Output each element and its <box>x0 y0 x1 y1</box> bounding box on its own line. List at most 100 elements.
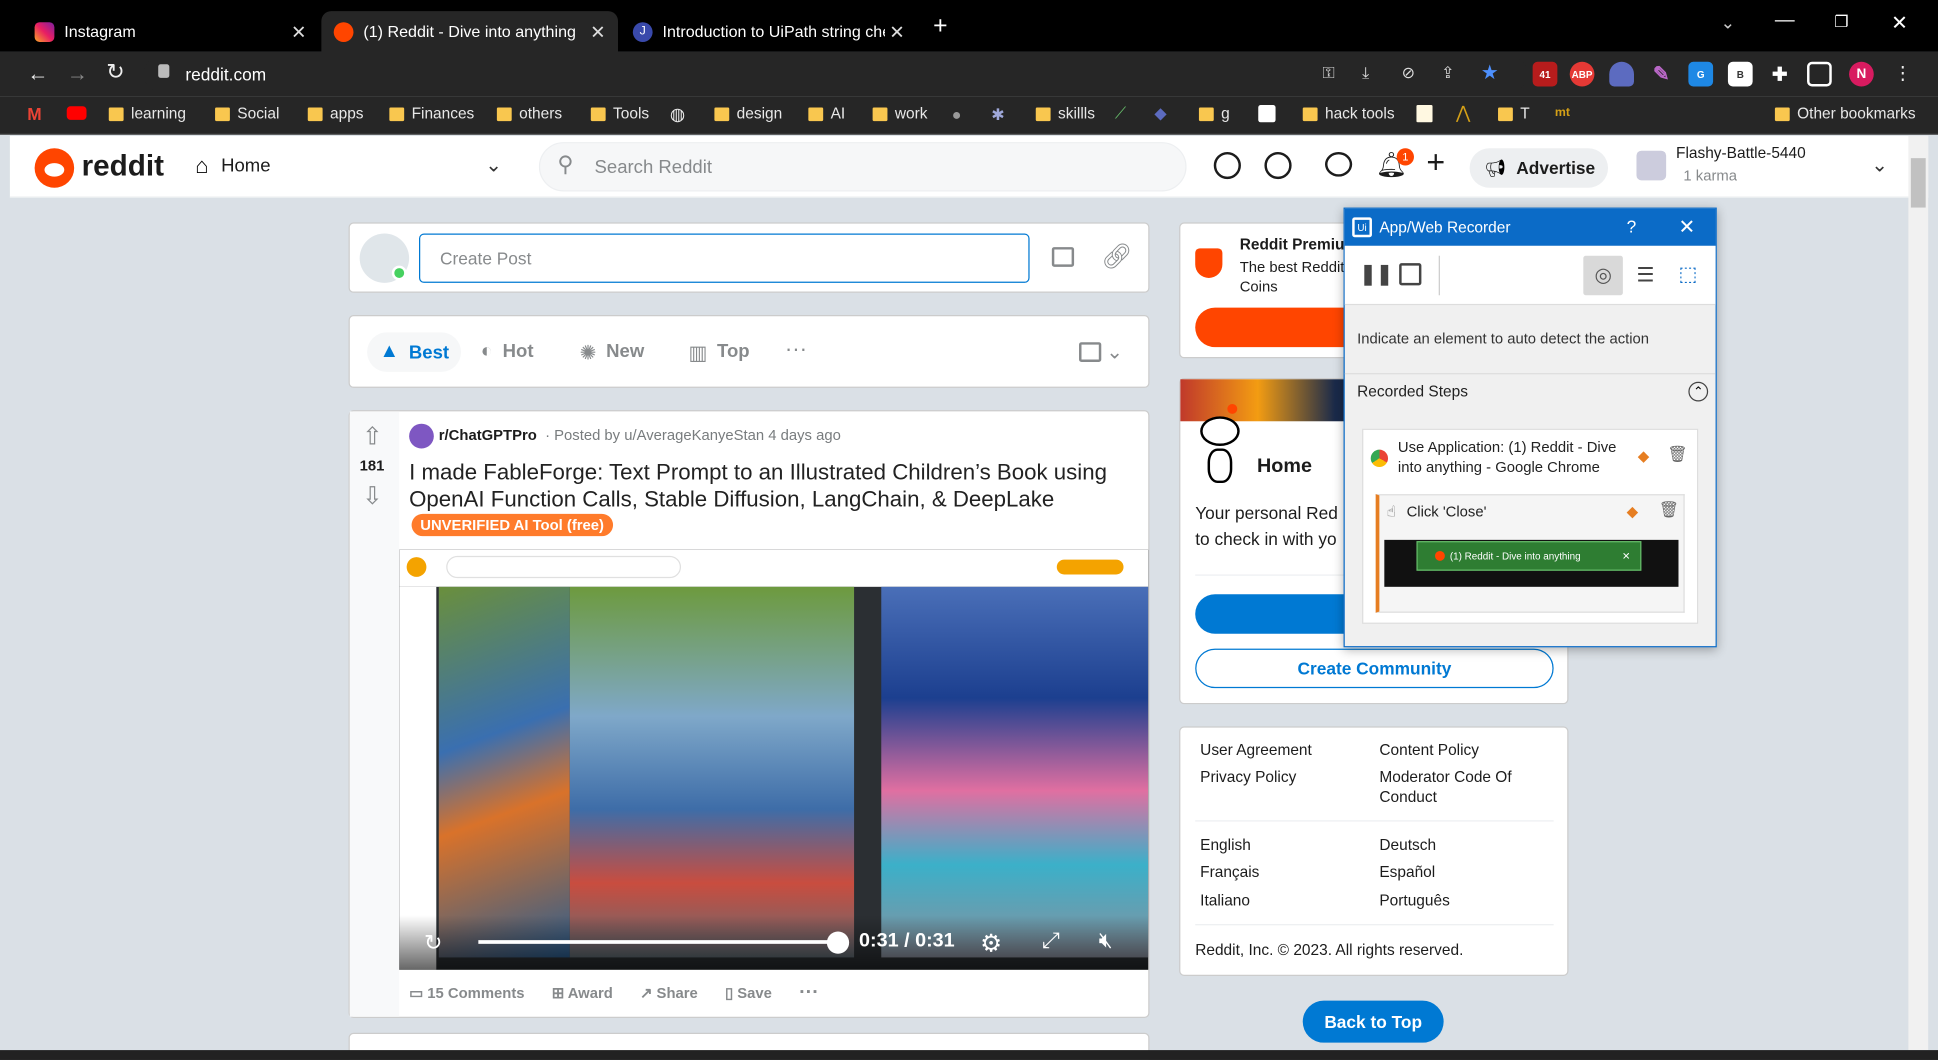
downvote-icon[interactable]: ⇩ <box>362 481 383 512</box>
close-icon[interactable]: ✕ <box>1678 215 1695 240</box>
add-step-icon[interactable]: ◆ <box>1638 447 1649 464</box>
tab-instagram[interactable]: Instagram ✕ <box>22 11 319 52</box>
b-extension-icon[interactable]: B <box>1727 61 1753 87</box>
bookmark-design[interactable]: design <box>714 105 782 122</box>
image-icon[interactable] <box>1051 247 1075 267</box>
lang-link[interactable]: English <box>1200 836 1251 853</box>
lang-link[interactable]: Português <box>1379 892 1449 909</box>
step-use-application[interactable]: Use Application: (1) Reddit - Dive into … <box>1362 428 1699 624</box>
sort-top-button[interactable]: ▥ Top <box>688 341 749 366</box>
key-icon[interactable]: ⚿ <box>1323 63 1335 83</box>
address-bar[interactable]: reddit.com <box>143 56 1528 92</box>
r-icon[interactable] <box>1258 105 1276 123</box>
list-icon[interactable]: ☰ <box>1636 263 1654 288</box>
create-community-button[interactable]: Create Community <box>1195 648 1554 689</box>
translate-icon[interactable]: G <box>1688 61 1714 87</box>
more-icon[interactable]: ··· <box>785 336 807 362</box>
pause-icon[interactable]: ❚❚ <box>1360 262 1393 287</box>
moderator-code-link[interactable]: Conduct <box>1379 788 1437 805</box>
bookmark-social[interactable]: Social <box>215 105 279 122</box>
coins-icon[interactable] <box>1264 151 1292 180</box>
reddit-wordmark[interactable]: reddit <box>82 149 164 184</box>
new-tab-button[interactable]: + <box>933 12 947 40</box>
link-icon[interactable]: 🔗︎ <box>1101 241 1132 272</box>
bookmark-g[interactable]: g <box>1198 105 1230 122</box>
menu-icon[interactable]: ⋮ <box>1894 62 1913 84</box>
bookmark-other[interactable]: Other bookmarks <box>1774 105 1916 122</box>
post-title[interactable]: I made FableForge: Text Prompt to an Ill… <box>409 458 1146 512</box>
home-dropdown[interactable]: ⌂ Home ⌄ <box>183 143 509 187</box>
upvote-icon[interactable]: ⇧ <box>362 421 383 452</box>
doc-icon[interactable] <box>1416 105 1433 123</box>
create-post-input[interactable]: Create Post <box>419 233 1030 283</box>
lang-link[interactable]: Español <box>1379 864 1435 881</box>
fullscreen-icon[interactable]: ⤢ <box>1042 928 1060 954</box>
close-window-button[interactable]: ✕ <box>1891 11 1908 36</box>
sort-new-button[interactable]: ✺ New <box>580 341 645 366</box>
bookmark-work[interactable]: work <box>872 105 928 122</box>
tab-reddit[interactable]: (1) Reddit - Dive into anything ✕ <box>321 11 618 52</box>
page-scrollbar[interactable] <box>1908 135 1929 1051</box>
delete-icon[interactable]: 🗑︎ <box>1659 500 1679 520</box>
layout-icon[interactable] <box>1079 342 1102 362</box>
youtube-icon[interactable] <box>66 106 87 120</box>
shield-extension-icon[interactable] <box>1609 61 1634 87</box>
collapse-icon[interactable]: ⌃ <box>1688 381 1709 402</box>
tab-uipath[interactable]: J Introduction to UiPath string che ✕ <box>620 11 917 52</box>
apple-icon[interactable]: ● <box>952 105 962 124</box>
share-button[interactable]: ↗ Share <box>640 985 698 1002</box>
star-icon[interactable]: ★ <box>1481 61 1499 86</box>
help-button[interactable]: ? <box>1627 216 1637 236</box>
bookmark-learning[interactable]: learning <box>108 105 186 122</box>
bookmark-hack-tools[interactable]: hack tools <box>1302 105 1395 122</box>
feather-icon[interactable]: ✎ <box>1649 62 1674 87</box>
subreddit-icon[interactable] <box>409 423 434 449</box>
bookmark-others[interactable]: others <box>496 105 562 122</box>
bug-icon[interactable]: ✱ <box>991 105 1004 125</box>
gmail-icon[interactable]: M <box>27 104 41 124</box>
ublock-icon[interactable]: 41 <box>1532 61 1558 87</box>
eye-off-icon[interactable]: ⊘ <box>1402 63 1415 83</box>
back-to-top-button[interactable]: Back to Top <box>1302 1000 1444 1043</box>
award-button[interactable]: ⊞ Award <box>552 985 613 1002</box>
side-panel-icon[interactable] <box>1807 61 1832 87</box>
share-icon[interactable]: ⇪ <box>1441 63 1454 83</box>
delete-icon[interactable]: 🗑︎ <box>1667 445 1687 465</box>
content-policy-link[interactable]: Content Policy <box>1379 741 1479 758</box>
bookmark-finances[interactable]: Finances <box>389 105 474 122</box>
target-icon[interactable]: ◎ <box>1583 255 1623 296</box>
close-tab-icon[interactable]: ✕ <box>291 20 307 43</box>
search-bar[interactable]: ⚲ Search Reddit <box>538 142 1187 192</box>
restore-button[interactable]: ❐ <box>1834 12 1848 32</box>
post-flair[interactable]: UNVERIFIED AI Tool (free) <box>411 513 613 537</box>
scrollbar-thumb[interactable] <box>1910 158 1926 208</box>
replay-icon[interactable]: ↻ <box>424 930 443 956</box>
screen-select-icon[interactable]: ⬚ <box>1678 262 1697 287</box>
bookmark-skillls[interactable]: skillls <box>1035 105 1095 122</box>
bookmark-tools[interactable]: Tools <box>590 105 649 122</box>
close-tab-icon[interactable]: ✕ <box>590 20 606 43</box>
progress-handle[interactable] <box>826 931 850 954</box>
post-card[interactable]: ⇧ 181 ⇩ r/ChatGPTPro · Posted by u/Avera… <box>348 410 1150 1018</box>
sort-hot-button[interactable]: ◐ Hot <box>481 341 534 363</box>
settings-icon[interactable]: ⚙ <box>980 928 1002 959</box>
save-icon[interactable] <box>1399 263 1422 286</box>
globe-icon[interactable]: ◍ <box>670 104 685 125</box>
lang-link[interactable]: Deutsch <box>1379 836 1436 853</box>
add-step-icon[interactable]: ◆ <box>1627 503 1638 520</box>
user-menu[interactable]: Flashy-Battle-5440 1 karma ⌄ <box>1636 141 1896 190</box>
post-video[interactable]: ↻ 0:31 / 0:31 ⚙ ⤢ 🔇︎ <box>399 549 1149 970</box>
sort-best-button[interactable]: ▲ Best <box>367 332 462 372</box>
minimize-button[interactable]: — <box>1775 10 1795 32</box>
mt-icon[interactable]: mt <box>1555 106 1570 120</box>
mute-icon[interactable]: 🔇︎ <box>1099 928 1113 954</box>
tab-search-icon[interactable]: ⌄ <box>1721 12 1736 33</box>
create-post-icon[interactable]: + <box>1426 143 1445 181</box>
reload-icon[interactable]: ↻ <box>106 59 125 85</box>
save-button[interactable]: ▯ Save <box>725 985 772 1002</box>
puzzle-icon[interactable]: ✚ <box>1767 62 1792 87</box>
more-icon[interactable]: ··· <box>799 982 819 1004</box>
reddit-logo-icon[interactable] <box>34 148 75 188</box>
back-icon[interactable]: ← <box>27 62 48 87</box>
privacy-policy-link[interactable]: Privacy Policy <box>1200 768 1296 785</box>
